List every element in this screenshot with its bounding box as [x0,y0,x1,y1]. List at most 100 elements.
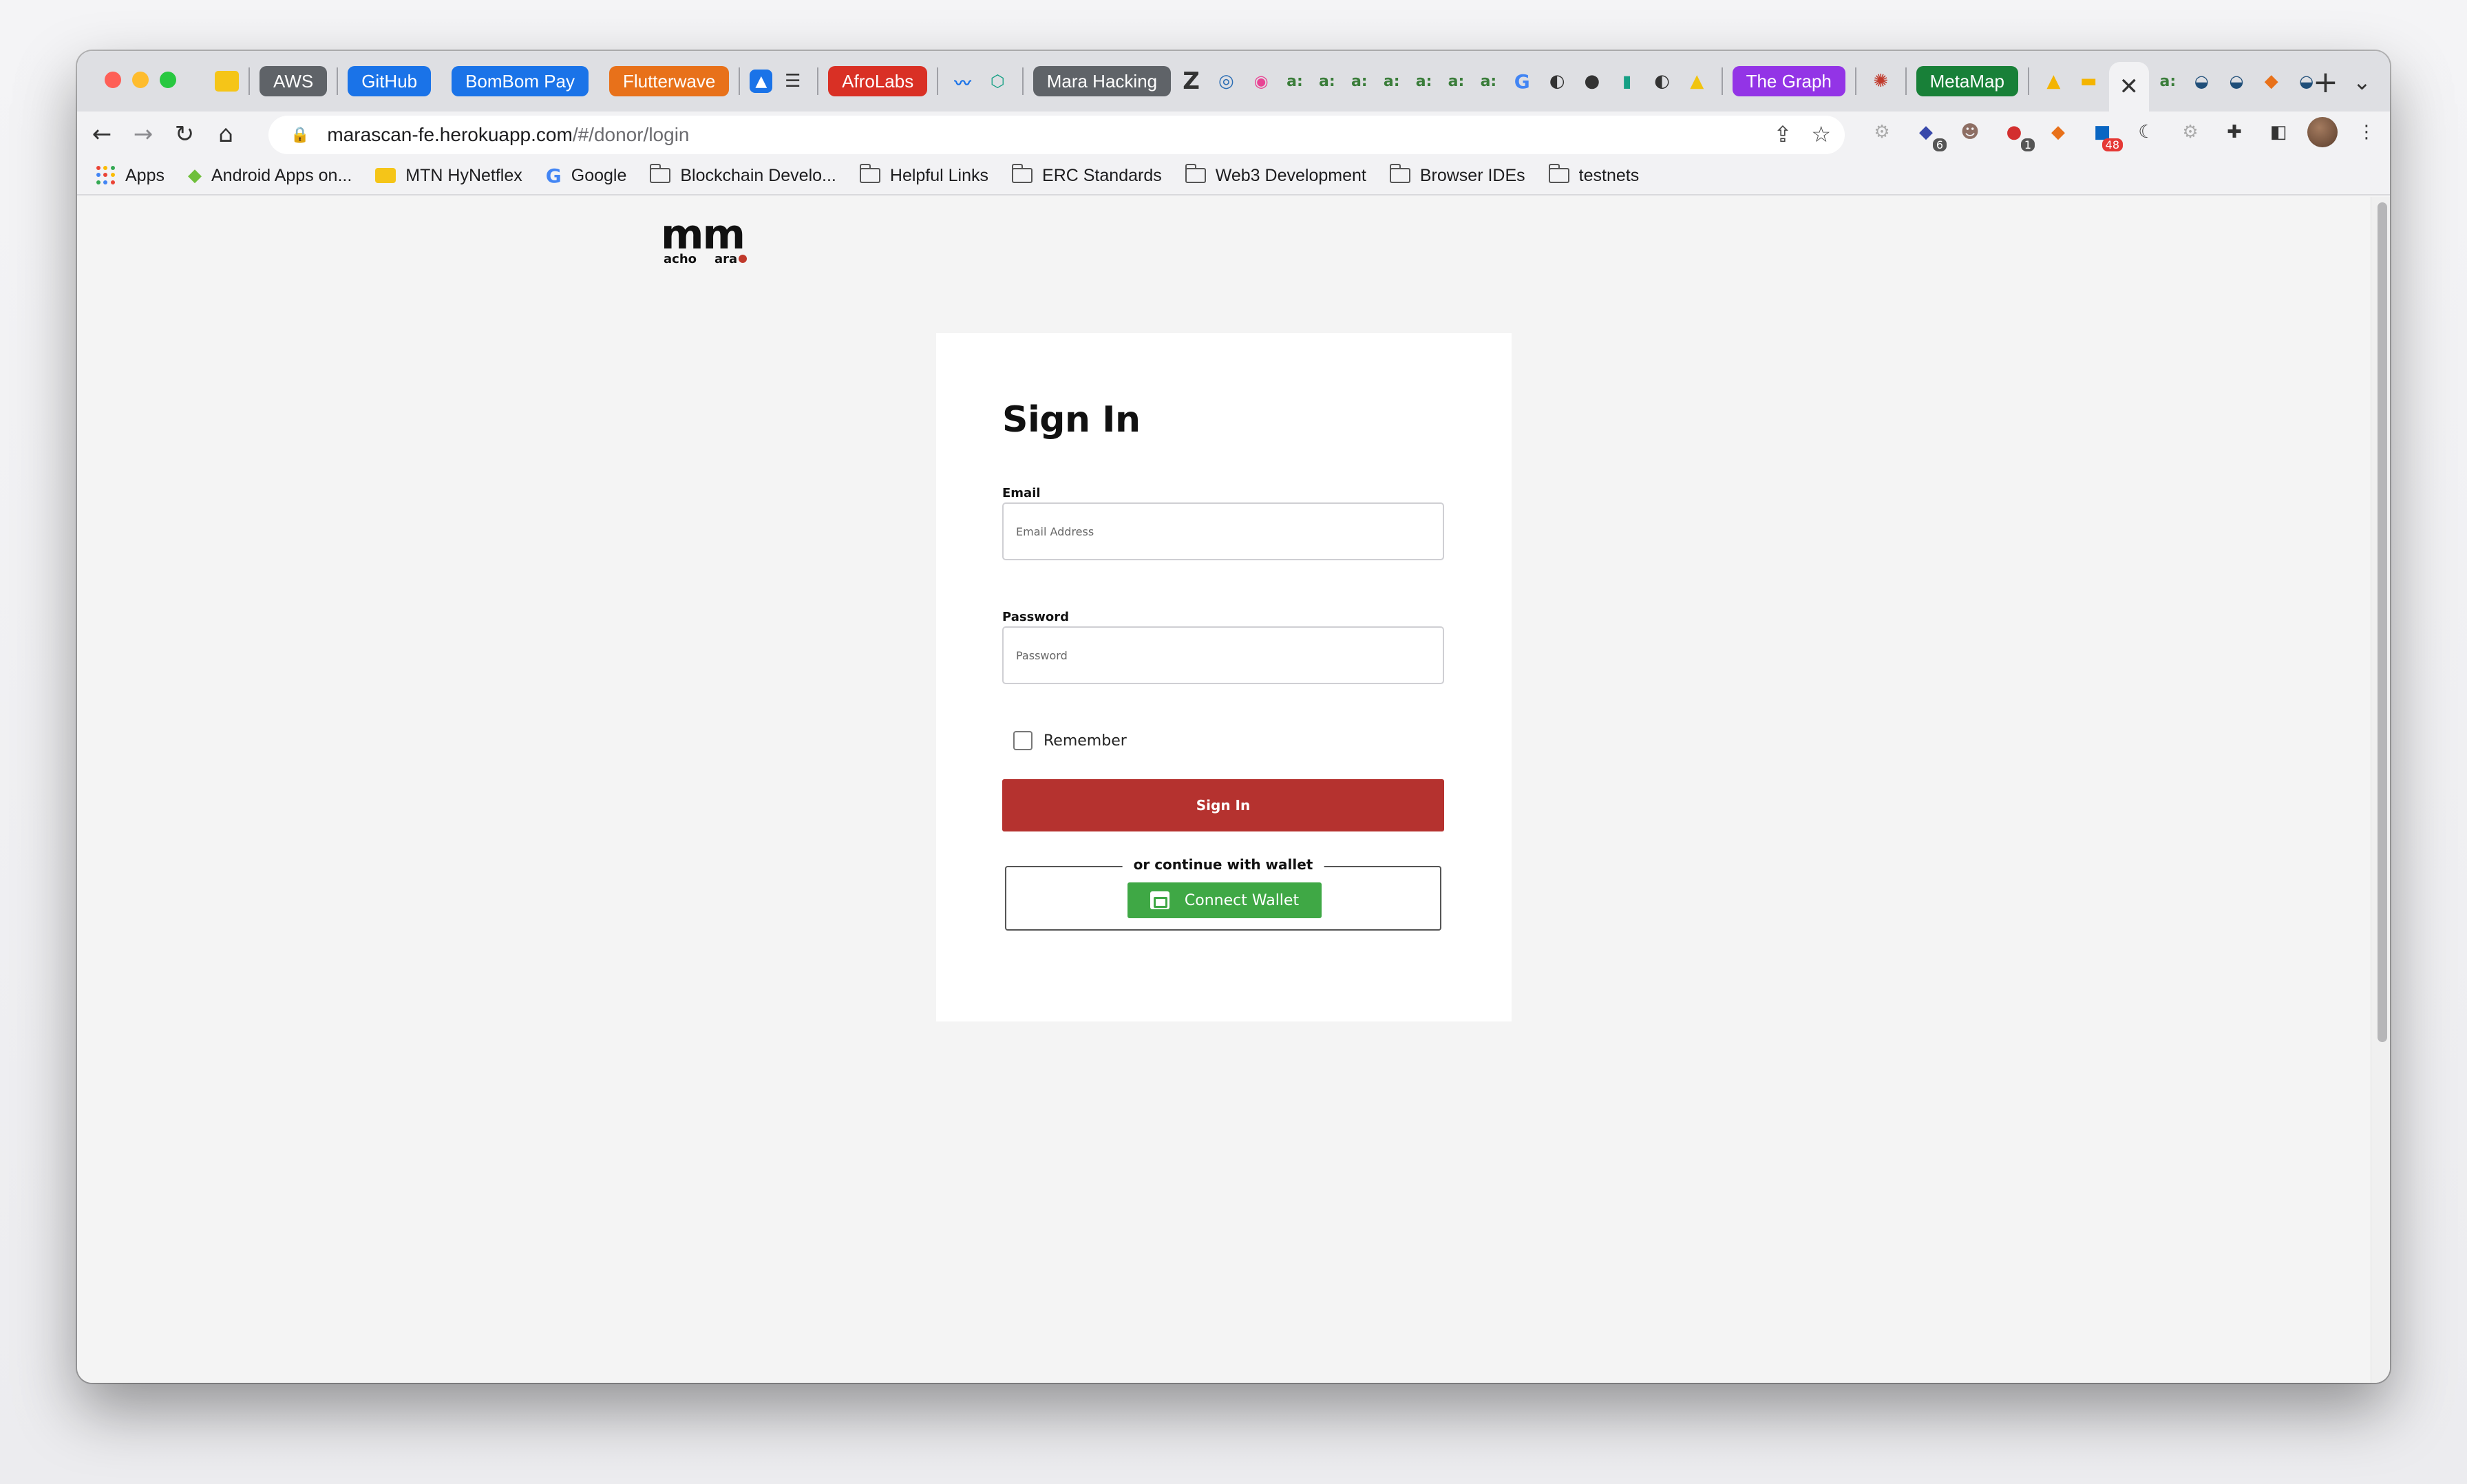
scrollbar-thumb[interactable] [2378,202,2387,1042]
tab-mara-icon[interactable]: ◒ [2187,66,2216,96]
minimize-window-button[interactable] [132,72,149,88]
page-content: mm acho ara Sign In Email Password Remem… [77,197,2390,1383]
bookmark-android-apps[interactable]: ◆ Android Apps on... [188,165,352,186]
tab-pink-icon[interactable]: ◉ [1247,66,1276,96]
bookmark-folder-erc-standards[interactable]: ERC Standards [1012,164,1162,186]
tab-group-flutterwave[interactable]: Flutterwave [608,66,730,96]
address-bar[interactable]: 🔒 marascan-fe.herokuapp.com/#/donor/logi… [268,116,1845,154]
wallet-caption: or continue with wallet [1122,856,1324,873]
tab-google-icon[interactable]: G [1507,66,1537,96]
tab-mtn-icon[interactable] [215,71,240,92]
macho-mara-logo[interactable]: mm acho ara [661,214,748,266]
tab-metamask-icon[interactable]: ◆ [2256,66,2286,96]
tab-slides-icon[interactable]: ▬ [2074,66,2104,96]
tab-github-icon[interactable]: ● [1577,66,1607,96]
side-panel-icon[interactable]: ◧ [2263,117,2294,147]
google-icon: G [545,164,562,187]
extension-gear-icon[interactable]: ⚙ [1867,117,1897,147]
password-field[interactable] [1002,626,1444,684]
forward-arrow-icon[interactable]: → [123,114,164,155]
bookmark-mtn-hynetflex[interactable]: MTN HyNetflex [375,166,522,186]
reload-icon[interactable]: ↻ [164,114,205,155]
tab-atomic-icon[interactable]: a: [1410,67,1437,95]
tab-globe-icon[interactable]: ◐ [1543,66,1572,96]
share-icon[interactable]: ⇪ [1774,121,1792,147]
tab-hex-icon[interactable]: ⬡ [983,66,1013,96]
remember-checkbox[interactable] [1013,731,1033,750]
extension-metamask-icon[interactable]: ◆ [2043,117,2073,147]
connect-wallet-button[interactable]: Connect Wallet [1127,882,1322,918]
active-tab-close-button[interactable]: ✕ [2108,62,2149,112]
bookmark-folder-web3[interactable]: Web3 Development [1185,164,1366,186]
browser-window: AWS GitHub BomBom Pay Flutterwave ▲ ☰ Af… [77,51,2390,1383]
tab-flower-icon[interactable]: ✺ [1866,66,1896,96]
tab-group-metamap[interactable]: MetaMap [1916,66,2018,96]
scrollbar-track[interactable] [2371,197,2390,1383]
bookmark-label: testnets [1578,165,1640,185]
extension-badge: 48 [2101,138,2123,151]
extension-red-icon[interactable]: ● 1 [1999,117,2035,151]
logo-dot-icon [739,255,748,263]
extensions-puzzle-icon[interactable]: ✚ [2219,117,2249,147]
lock-icon[interactable]: 🔒 [290,127,309,144]
logo-text-left: acho [664,252,697,266]
email-field[interactable] [1002,502,1444,560]
extension-grey-icon[interactable]: ⚙ [2175,117,2205,147]
folder-icon [859,164,880,183]
browser-toolbar: ← → ↻ ⌂ 🔒 marascan-fe.herokuapp.com/#/do… [77,112,2390,157]
bookmark-folder-browser-ides[interactable]: Browser IDEs [1389,164,1525,186]
tab-drive-icon[interactable]: ▲ [2039,66,2068,96]
extension-cube-icon[interactable]: ◆ 6 [1911,117,1947,151]
back-arrow-icon[interactable]: ← [81,114,123,155]
bookmark-folder-helpful-links[interactable]: Helpful Links [859,164,989,186]
maximize-window-button[interactable] [160,72,176,88]
tab-atomic-icon[interactable]: a: [2154,67,2181,95]
tab-green-icon[interactable]: ▮ [1612,66,1642,96]
tab-mara-icon[interactable]: ◒ [2222,66,2252,96]
tab-group-mara-hacking[interactable]: Mara Hacking [1033,66,1172,96]
tab-atlassian-icon[interactable]: ▲ [750,70,773,93]
extension-dark-mode-icon[interactable]: ☾ [2131,117,2161,147]
tab-search-chevron-icon[interactable]: ⌄ [2353,69,2371,95]
home-icon[interactable]: ⌂ [205,114,246,155]
bookmark-apps[interactable]: Apps [96,166,165,186]
tab-globe-icon[interactable]: ◐ [1647,66,1677,96]
tab-atomic-icon[interactable]: a: [1443,67,1470,95]
url-host: marascan-fe.herokuapp.com [327,124,573,145]
tab-circle-icon[interactable]: ◎ [1211,66,1241,96]
tab-group-bombom-pay[interactable]: BomBom Pay [452,66,589,96]
more-menu-icon[interactable]: ⋮ [2351,117,2382,147]
bookmark-label: MTN HyNetflex [405,165,522,185]
bookmark-google[interactable]: G Google [546,165,627,187]
tab-separator [248,67,250,95]
folder-icon [650,164,671,183]
bookmark-folder-blockchain[interactable]: Blockchain Develo... [650,164,836,186]
tab-atomic-icon[interactable]: a: [1378,67,1405,95]
tab-separator [937,67,939,95]
close-window-button[interactable] [105,72,121,88]
tab-group-the-graph[interactable]: The Graph [1732,66,1845,96]
tab-atomic-icon[interactable]: a: [1313,67,1340,95]
sign-in-button[interactable]: Sign In [1002,779,1444,831]
profile-avatar[interactable] [2307,117,2338,147]
folder-icon [1389,164,1410,183]
tab-stack-icon[interactable]: ☰ [778,66,807,96]
tab-group-github[interactable]: GitHub [348,66,432,96]
bookmark-label: Helpful Links [889,165,989,185]
tab-warning-icon[interactable]: ▲ [1682,66,1712,96]
tab-group-aws[interactable]: AWS [259,66,328,96]
tab-atomic-icon[interactable]: a: [1475,67,1502,95]
bookmark-star-icon[interactable]: ☆ [1811,121,1831,147]
tab-z-icon[interactable]: Z [1176,66,1206,96]
extension-linkedin-icon[interactable]: ■ 48 [2087,117,2123,151]
tab-group-afrolabs[interactable]: AfroLabs [828,66,928,96]
new-tab-button[interactable]: + [2313,65,2338,100]
tab-separator [1854,67,1856,95]
tab-atomic-icon[interactable]: a: [1346,67,1373,95]
bookmark-folder-testnets[interactable]: testnets [1548,164,1640,186]
tab-atomic-icon[interactable]: a: [1282,67,1309,95]
tab-separator [1905,67,1907,95]
extension-spy-icon[interactable]: ☻ [1955,117,1985,147]
wallet-icon [1150,891,1169,909]
tab-wave-icon[interactable]: 〰 [948,66,977,96]
